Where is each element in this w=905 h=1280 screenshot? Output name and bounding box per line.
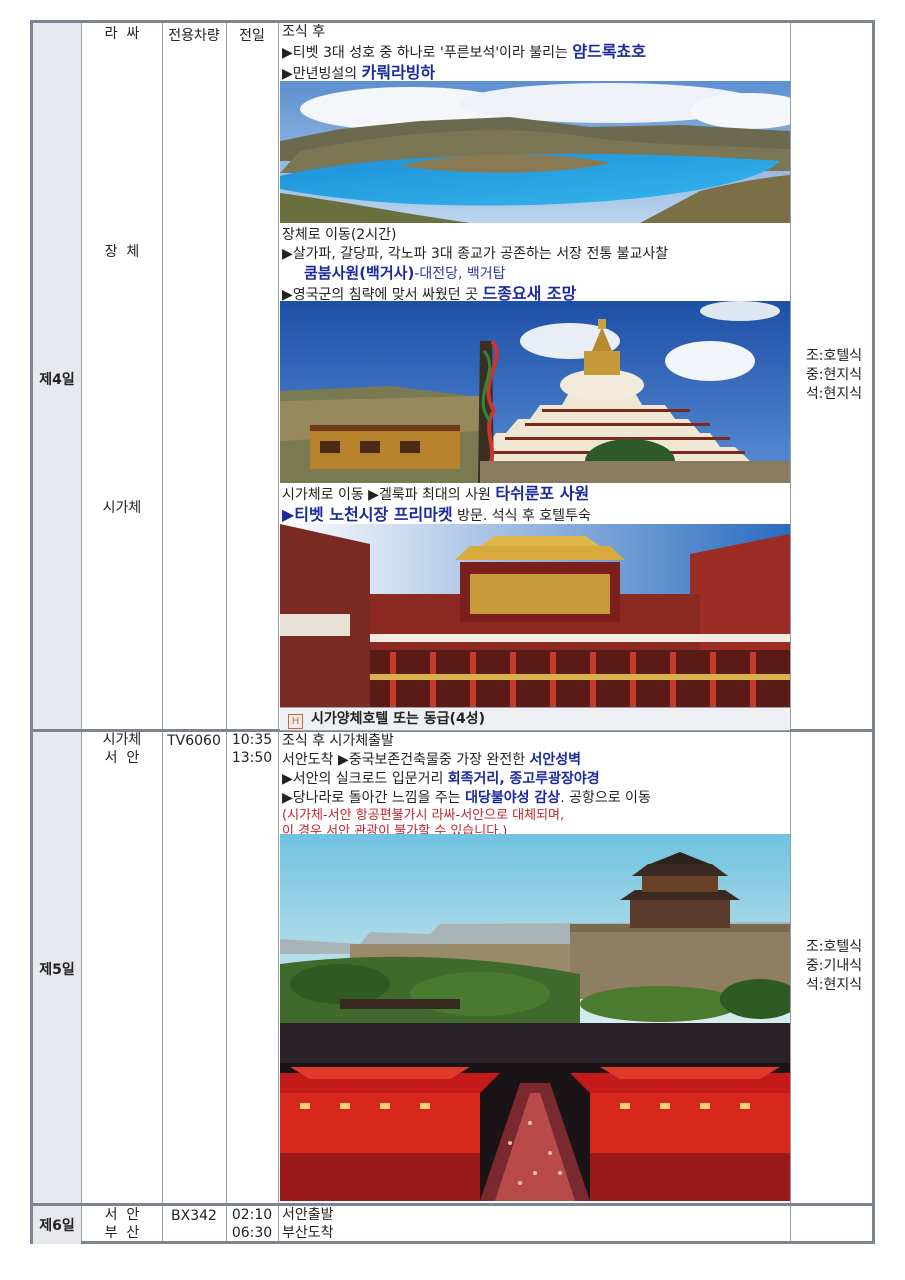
itinerary-table: 제4일 라 싸 장 체 시가체 전용차량 전일 조식 후 ▶티벳 3대 성호 중… xyxy=(30,20,875,1244)
day5-times: 10:35 13:50 xyxy=(231,732,273,766)
yamdrok-line: ▶티벳 3대 성호 중 하나로 '푸른보석'이라 불리는 얌드록쵸호 xyxy=(282,42,646,61)
depart-xian-line: 서안출발 xyxy=(282,1207,334,1223)
day6-text: 서안출발 부산도착 xyxy=(282,1206,788,1242)
day6-label: 제6일 xyxy=(39,1218,75,1234)
column-divider xyxy=(278,23,279,1241)
day5-text: 조식 후 시가체출발 서안도착 ▶중국보존건축물중 가장 완전한 서안성벽 ▶서… xyxy=(282,732,788,840)
day4-hotel: H 시가양체호텔 또는 동급(4성) xyxy=(280,707,790,731)
market-line: ▶티벳 노천시장 프리마켓 방문. 석식 후 호텔투숙 xyxy=(282,505,591,524)
note-line-1: (시가체-서안 항공편불가시 라싸-서안으로 대체되며, xyxy=(282,808,565,823)
arrive-busan-line: 부산도착 xyxy=(282,1225,334,1241)
day5-meals: 조:호텔식 중:기내식 석:현지식 xyxy=(805,939,863,993)
day4-meals: 조:호텔식 중:현지식 석:현지식 xyxy=(805,348,863,402)
tashilhunpo-photo xyxy=(280,524,790,707)
pelkor-chode: 쿰붐사원(백거사) xyxy=(304,264,415,282)
pelkor-line: 쿰붐사원(백거사)-대전당, 백거탑 xyxy=(304,264,506,282)
place-shigatse: 시가체 xyxy=(102,500,142,516)
day6-flight: BX342 xyxy=(171,1208,217,1224)
breakfast-line: 조식 후 xyxy=(282,24,326,40)
day5-places: 시가체 서 안 xyxy=(102,732,142,766)
place-lhasa: 라 싸 xyxy=(104,26,140,42)
muslim-street: 회족거리, 종고루광장야경 xyxy=(447,771,600,787)
day4-label: 제4일 xyxy=(39,372,75,388)
hotel-icon: H xyxy=(288,714,303,729)
yamdrok-lake-photo xyxy=(280,81,790,223)
yamdrok-lake: 얌드록쵸호 xyxy=(572,42,646,61)
column-divider xyxy=(81,23,82,1241)
kumbum-stupa-photo xyxy=(280,301,790,483)
tang-paradise-night-photo xyxy=(280,1023,790,1201)
day6-times: 02:10 06:30 xyxy=(231,1207,273,1241)
xian-city-wall-photo xyxy=(280,834,790,1023)
monastery-line: ▶살가파, 갈당파, 각노파 3대 종교가 공존하는 서장 전통 불교사찰 xyxy=(282,246,669,262)
day4-text-1: 조식 후 ▶티벳 3대 성호 중 하나로 '푸른보석'이라 불리는 얌드록쵸호 … xyxy=(282,23,788,84)
to-gyantse-line: 장체로 이동(2시간) xyxy=(282,227,397,243)
tashilhunpo-line: 시가체로 이동 ▶겔룩파 최대의 사원 타쉬룬포 사원 xyxy=(282,484,590,503)
column-divider xyxy=(790,23,791,1241)
day4-text-2: 장체로 이동(2시간) ▶살가파, 갈당파, 각노파 3대 종교가 공존하는 서… xyxy=(282,226,788,305)
day4-text-3: 시가체로 이동 ▶겔룩파 최대의 사원 타쉬룬포 사원 ▶티벳 노천시장 프리마… xyxy=(282,484,788,526)
day-trip-header: 전일 xyxy=(239,28,265,44)
day5-flight: TV6060 xyxy=(167,733,221,749)
tashilhunpo: 타쉬룬포 사원 xyxy=(495,484,590,503)
column-divider xyxy=(162,23,163,1241)
column-divider xyxy=(226,23,227,1241)
depart-shigatse-line: 조식 후 시가체출발 xyxy=(282,733,394,749)
city-wall-line: 서안도착 ▶중국보존건축물중 가장 완전한 서안성벽 xyxy=(282,752,582,768)
karola-glacier: 카뤄라빙하 xyxy=(361,63,436,82)
vehicle-header: 전용차량 xyxy=(168,28,220,44)
free-market: ▶티벳 노천시장 프리마켓 xyxy=(282,505,453,524)
muslim-street-line: ▶서안의 실크로드 입문거리 회족거리, 종고루광장야경 xyxy=(282,771,600,787)
place-gyantse: 장 체 xyxy=(104,244,140,260)
xian-city-wall: 서안성벽 xyxy=(529,752,582,768)
tang-line: ▶당나라로 돌아간 느낌을 주는 대당불야성 감상. 공항으로 이동 xyxy=(282,790,651,806)
tang-paradise: 대당불야성 감상 xyxy=(465,790,561,806)
day6-places: 서 안 부 산 xyxy=(104,1207,140,1241)
day5-label: 제5일 xyxy=(39,962,75,978)
